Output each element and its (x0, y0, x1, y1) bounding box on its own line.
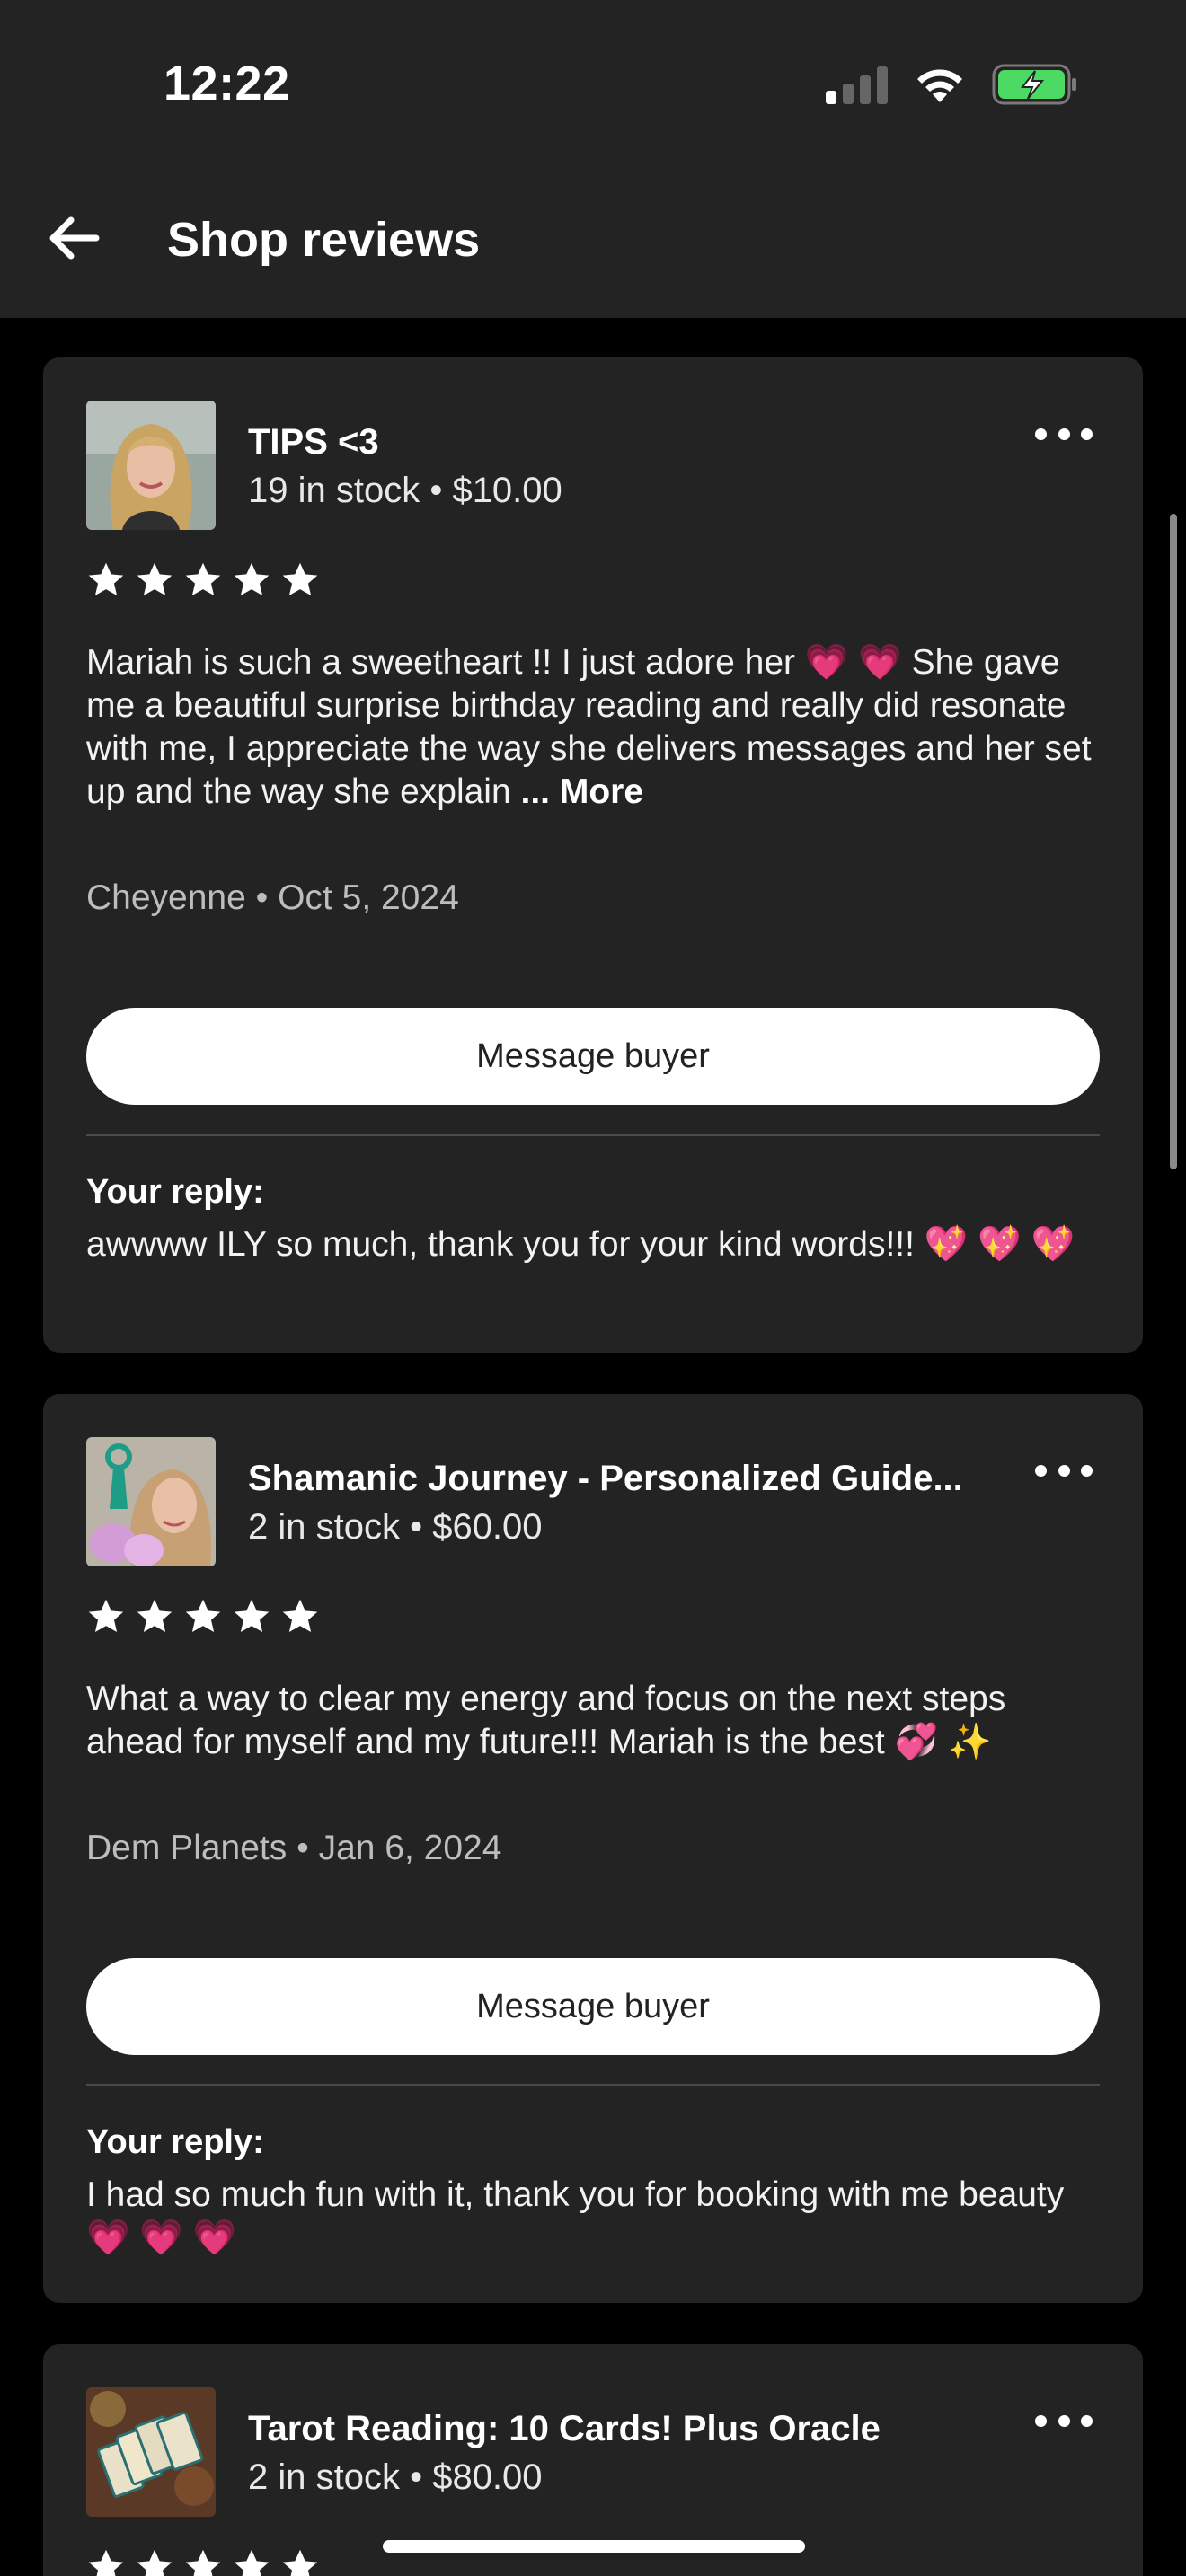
arrow-left-icon (49, 216, 100, 260)
star-icon (234, 2549, 270, 2576)
review-card: Shamanic Journey - Personalized Guide...… (43, 1394, 1143, 2303)
reviewer-date: Dem Planets • Jan 6, 2024 (86, 1829, 502, 1867)
star-icon (88, 1599, 124, 1633)
reply-text: awwww ILY so much, thank you for your ki… (86, 1225, 1075, 1264)
reply-text: I had so much fun with it, thank you for… (86, 2175, 1065, 2257)
read-more-link[interactable]: ... More (521, 772, 644, 811)
review-card: TIPS <3 19 in stock • $10.00 Mariah is s… (43, 357, 1143, 1353)
star-rating (86, 1597, 320, 1636)
listing-stock-price: 19 in stock • $10.00 (248, 471, 562, 510)
review-text: Mariah is such a sweetheart !! I just ad… (86, 641, 1111, 814)
more-options-button[interactable] (1028, 2398, 1100, 2443)
wifi-icon (917, 69, 962, 102)
star-icon (282, 1599, 318, 1633)
star-icon (282, 2549, 318, 2576)
listing-stock-price: 2 in stock • $60.00 (248, 1507, 543, 1547)
review-text: What a way to clear my energy and focus … (86, 1680, 1006, 1761)
listing-title[interactable]: TIPS <3 (248, 422, 379, 463)
star-icon (88, 562, 124, 596)
status-icons (826, 63, 1078, 106)
more-options-button[interactable] (1028, 1448, 1100, 1493)
divider (86, 1134, 1100, 1136)
page-title: Shop reviews (167, 213, 481, 267)
star-icon (137, 1599, 173, 1633)
more-options-button[interactable] (1028, 411, 1100, 456)
listing-thumbnail[interactable] (86, 401, 216, 530)
back-button[interactable] (41, 207, 104, 269)
cellular-signal-icon (826, 65, 888, 104)
star-icon (185, 1599, 221, 1633)
star-icon (282, 562, 318, 596)
listing-thumbnail[interactable] (86, 2387, 216, 2517)
listing-title[interactable]: Shamanic Journey - Personalized Guide... (248, 1459, 963, 1499)
status-time: 12:22 (164, 57, 290, 110)
reviewer-date: Cheyenne • Oct 5, 2024 (86, 878, 459, 917)
reply-label: Your reply: (86, 2123, 264, 2161)
listing-thumbnail[interactable] (86, 1437, 216, 1566)
message-buyer-button[interactable]: Message buyer (86, 1008, 1100, 1105)
star-icon (137, 562, 173, 596)
star-icon (234, 1599, 270, 1633)
top-app-bar: 12:22 Shop reviews (0, 0, 1186, 318)
home-indicator[interactable] (383, 2540, 805, 2553)
battery-charging-icon (992, 64, 1076, 105)
listing-title[interactable]: Tarot Reading: 10 Cards! Plus Oracle (248, 2409, 881, 2449)
scrollbar[interactable] (1170, 514, 1177, 1169)
reviews-list[interactable]: TIPS <3 19 in stock • $10.00 Mariah is s… (0, 318, 1186, 2576)
star-icon (137, 2549, 173, 2576)
star-rating (86, 560, 320, 600)
star-icon (185, 2549, 221, 2576)
reply-label: Your reply: (86, 1173, 264, 1211)
star-icon (88, 2549, 124, 2576)
message-buyer-button[interactable]: Message buyer (86, 1958, 1100, 2055)
star-rating (86, 2547, 320, 2576)
listing-stock-price: 2 in stock • $80.00 (248, 2457, 543, 2497)
star-icon (234, 562, 270, 596)
divider (86, 2084, 1100, 2086)
star-icon (185, 562, 221, 596)
